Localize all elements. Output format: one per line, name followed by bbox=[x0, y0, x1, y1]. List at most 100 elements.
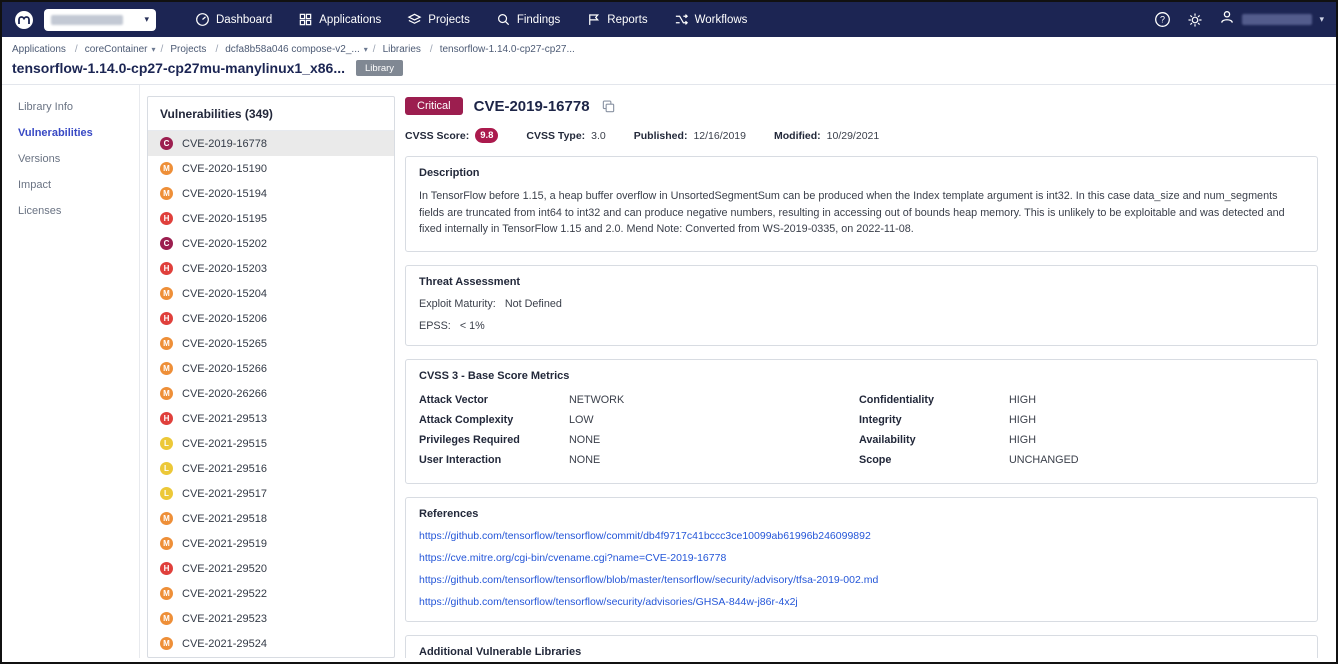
breadcrumb-item[interactable]: / Libraries bbox=[368, 44, 425, 55]
metric-value: NONE bbox=[569, 434, 600, 446]
reports-icon bbox=[586, 12, 601, 27]
nav-item-label: Dashboard bbox=[216, 14, 272, 26]
vulnerability-list-title: Vulnerabilities (349) bbox=[148, 97, 394, 131]
user-name-redacted bbox=[1242, 14, 1312, 25]
vulnerability-list-item[interactable]: M CVE-2020-15194 bbox=[148, 181, 394, 206]
vulnerability-list-item[interactable]: H CVE-2020-15203 bbox=[148, 256, 394, 281]
app-window: ▾ Dashboard Applications Projects Findin… bbox=[0, 0, 1338, 664]
vulnerability-detail-panel: Critical CVE-2019-16778 CVSS Score: 9.8 … bbox=[395, 85, 1336, 658]
breadcrumb-label: coreContainer bbox=[85, 44, 148, 55]
vulnerability-list-item[interactable]: H CVE-2020-15206 bbox=[148, 306, 394, 331]
sidebar-item[interactable]: Vulnerabilities bbox=[2, 120, 139, 146]
vulnerability-list-item[interactable]: M CVE-2020-15190 bbox=[148, 156, 394, 181]
reference-link[interactable]: https://cve.mitre.org/cgi-bin/cvename.cg… bbox=[419, 552, 1304, 564]
nav-item-label: Applications bbox=[319, 14, 381, 26]
breadcrumb-item[interactable]: / tensorflow-1.14.0-cp27-cp27... bbox=[425, 44, 579, 55]
sidebar-item[interactable]: Licenses bbox=[2, 198, 139, 224]
cvss-score-badge: 9.8 bbox=[475, 128, 498, 143]
severity-badge: M bbox=[160, 337, 173, 350]
vulnerability-list-item[interactable]: M CVE-2021-29523 bbox=[148, 606, 394, 631]
vulnerability-list-item[interactable]: L CVE-2021-29516 bbox=[148, 456, 394, 481]
metric-value: HIGH bbox=[1009, 394, 1036, 406]
nav-item-reports[interactable]: Reports bbox=[573, 6, 660, 33]
vulnerability-list-item[interactable]: M CVE-2020-15265 bbox=[148, 331, 394, 356]
sidebar-item[interactable]: Versions bbox=[2, 146, 139, 172]
severity-badge: M bbox=[160, 162, 173, 175]
description-text: In TensorFlow before 1.15, a heap buffer… bbox=[419, 188, 1304, 238]
breadcrumb-label: Applications bbox=[12, 44, 66, 55]
metric-label: Attack Vector bbox=[419, 394, 569, 406]
copy-icon[interactable] bbox=[601, 99, 616, 114]
org-name-redacted bbox=[51, 15, 123, 25]
vulnerability-list-item[interactable]: H CVE-2021-29513 bbox=[148, 406, 394, 431]
navbar-right: ? ▾ bbox=[1154, 9, 1324, 30]
vulnerability-list-item[interactable]: M CVE-2021-29518 bbox=[148, 506, 394, 531]
vulnerability-list-item[interactable]: M CVE-2020-26266 bbox=[148, 381, 394, 406]
severity-badge: M bbox=[160, 512, 173, 525]
nav-item-projects[interactable]: Projects bbox=[394, 6, 483, 33]
help-icon[interactable]: ? bbox=[1154, 11, 1171, 28]
vulnerability-list-item[interactable]: M CVE-2021-29524 bbox=[148, 631, 394, 656]
cve-id: CVE-2020-15202 bbox=[182, 238, 267, 250]
breadcrumb-label: Libraries bbox=[383, 44, 421, 55]
breadcrumb-label: dcfa8b58a046 compose-v2_... bbox=[225, 44, 360, 55]
vulnerability-list-item[interactable]: H CVE-2020-15195 bbox=[148, 206, 394, 231]
org-selector-dropdown[interactable]: ▾ bbox=[44, 9, 156, 31]
breadcrumb-item[interactable]: / coreContainer ▾ bbox=[70, 44, 156, 55]
modified-date: Modified: 10/29/2021 bbox=[774, 130, 879, 142]
breadcrumb-label: tensorflow-1.14.0-cp27-cp27... bbox=[440, 44, 575, 55]
vulnerability-list-item[interactable]: M CVE-2021-29519 bbox=[148, 531, 394, 556]
detail-header: Critical CVE-2019-16778 bbox=[405, 97, 1318, 115]
breadcrumb-separator: / bbox=[215, 44, 218, 55]
metric-row: Scope UNCHANGED bbox=[859, 450, 1299, 470]
vulnerability-list-item[interactable]: C CVE-2019-16778 bbox=[148, 131, 394, 156]
severity-badge: C bbox=[160, 237, 173, 250]
card-title: CVSS 3 - Base Score Metrics bbox=[419, 370, 1304, 382]
breadcrumb-separator: / bbox=[373, 44, 376, 55]
vulnerability-list-item[interactable]: L CVE-2021-29517 bbox=[148, 481, 394, 506]
severity-badge: H bbox=[160, 412, 173, 425]
severity-pill: Critical bbox=[405, 97, 463, 115]
card-title: Threat Assessment bbox=[419, 276, 1304, 288]
vulnerability-list-item[interactable]: M CVE-2020-15204 bbox=[148, 281, 394, 306]
threat-assessment-card: Threat Assessment Exploit Maturity: Not … bbox=[405, 265, 1318, 346]
sidebar-item[interactable]: Library Info bbox=[2, 94, 139, 120]
cve-id: CVE-2021-29524 bbox=[182, 638, 267, 650]
chevron-down-icon: ▾ bbox=[144, 14, 149, 25]
nav-item-dashboard[interactable]: Dashboard bbox=[182, 6, 285, 33]
vulnerability-list-item[interactable]: C CVE-2020-15202 bbox=[148, 231, 394, 256]
cvss-metrics-right: Confidentiality HIGH Integrity HIGH Avai… bbox=[859, 390, 1299, 470]
severity-badge: H bbox=[160, 562, 173, 575]
nav-item-applications[interactable]: Applications bbox=[285, 6, 394, 33]
metric-value: HIGH bbox=[1009, 434, 1036, 446]
content-area: Library Info Vulnerabilities Versions Im… bbox=[2, 85, 1336, 658]
cve-id: CVE-2020-15266 bbox=[182, 363, 267, 375]
metric-label: Attack Complexity bbox=[419, 414, 569, 426]
nav-item-findings[interactable]: Findings bbox=[483, 6, 573, 33]
sidebar-item[interactable]: Impact bbox=[2, 172, 139, 198]
reference-link[interactable]: https://github.com/tensorflow/tensorflow… bbox=[419, 530, 1304, 542]
severity-badge: L bbox=[160, 487, 173, 500]
epss-row: EPSS: < 1% bbox=[419, 320, 1304, 332]
cve-meta-row: CVSS Score: 9.8 CVSS Type: 3.0 Published… bbox=[405, 128, 1318, 143]
description-card: Description In TensorFlow before 1.15, a… bbox=[405, 156, 1318, 252]
vulnerability-list-item[interactable]: L CVE-2021-29515 bbox=[148, 431, 394, 456]
additional-libraries-card: Additional Vulnerable Libraries dcfa8b58… bbox=[405, 635, 1318, 658]
nav-item-workflows[interactable]: Workflows bbox=[661, 6, 761, 33]
metric-value: UNCHANGED bbox=[1009, 454, 1079, 466]
vulnerability-list-item[interactable]: M CVE-2021-29522 bbox=[148, 581, 394, 606]
page-title: tensorflow-1.14.0-cp27-cp27mu-manylinux1… bbox=[12, 60, 345, 76]
reference-link[interactable]: https://github.com/tensorflow/tensorflow… bbox=[419, 574, 1304, 586]
vulnerability-list-item[interactable]: H CVE-2021-29520 bbox=[148, 556, 394, 581]
breadcrumb-item[interactable]: / Projects bbox=[156, 44, 211, 55]
user-menu[interactable]: ▾ bbox=[1219, 9, 1324, 30]
metric-value: LOW bbox=[569, 414, 594, 426]
vulnerability-list-panel: Vulnerabilities (349) C CVE-2019-16778 M… bbox=[147, 96, 395, 658]
breadcrumb-item[interactable]: / Applications bbox=[12, 44, 70, 55]
reference-link[interactable]: https://github.com/tensorflow/tensorflow… bbox=[419, 596, 1304, 608]
severity-badge: H bbox=[160, 262, 173, 275]
vulnerability-list-item[interactable]: M CVE-2020-15266 bbox=[148, 356, 394, 381]
breadcrumb-item[interactable]: / dcfa8b58a046 compose-v2_... ▾ bbox=[210, 44, 367, 55]
settings-gear-icon[interactable] bbox=[1187, 12, 1203, 28]
severity-badge: M bbox=[160, 612, 173, 625]
